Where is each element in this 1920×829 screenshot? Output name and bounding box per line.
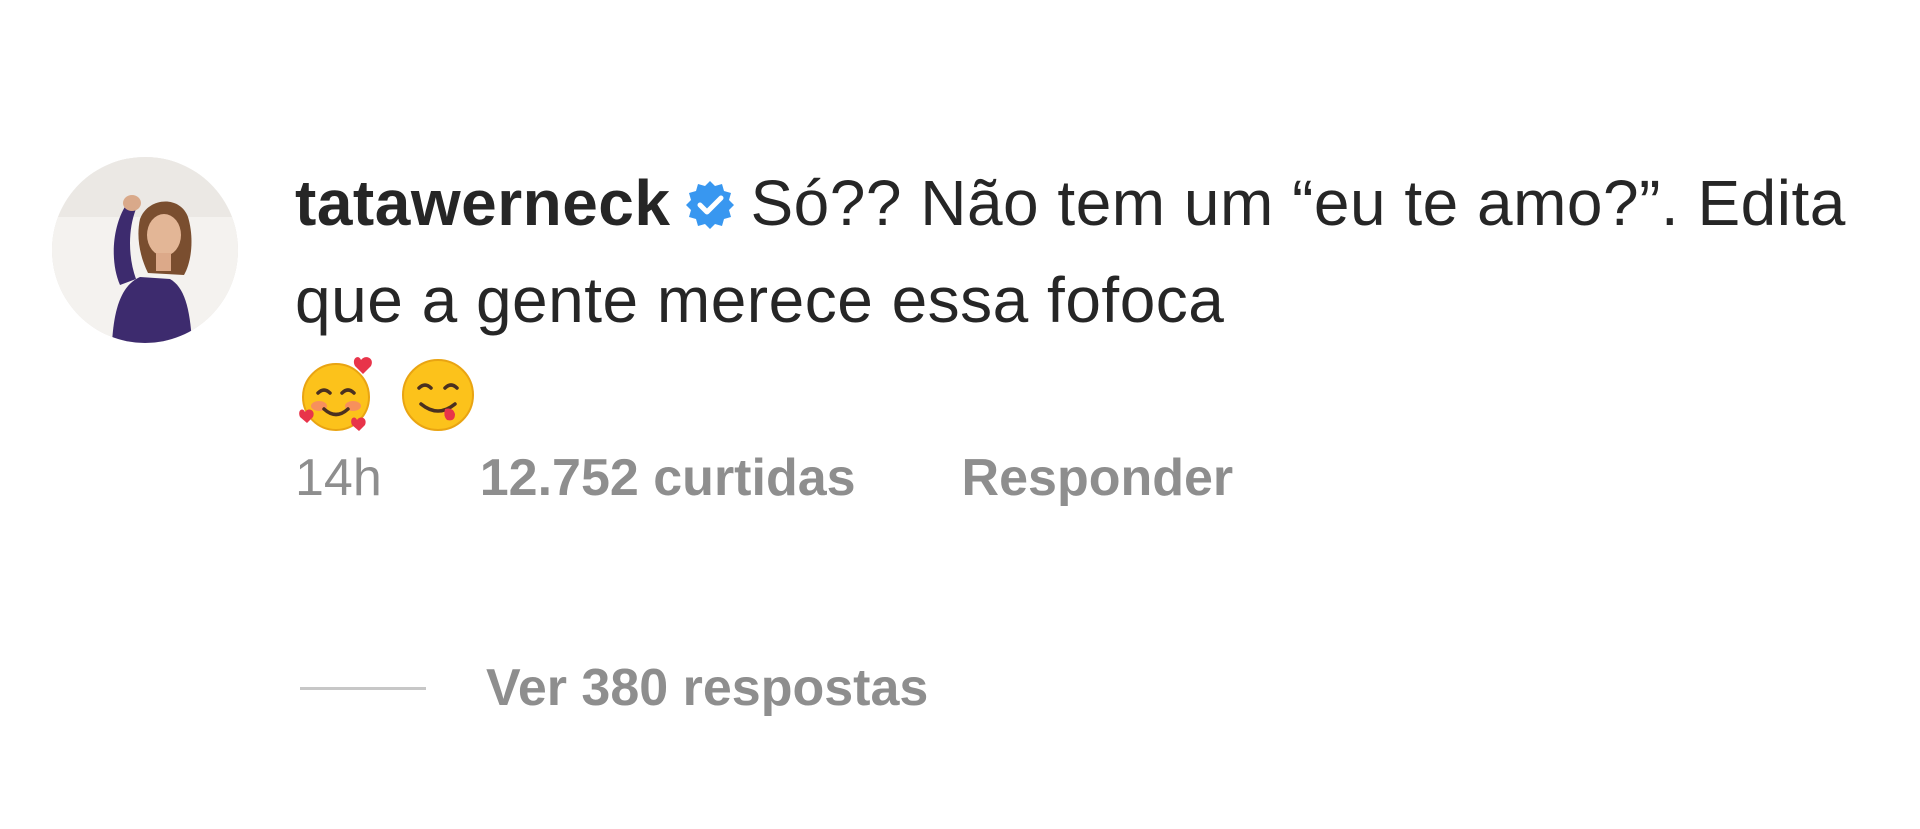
face-savoring-food-icon xyxy=(402,359,474,431)
verified-badge-icon xyxy=(684,164,736,255)
emoji-row xyxy=(295,350,1855,440)
comment-meta: 14h 12.752 curtidas Responder xyxy=(295,448,1233,508)
replies-divider xyxy=(300,686,426,690)
likes-count[interactable]: 12.752 curtidas xyxy=(480,448,856,508)
comment-text-block: tatawerneck Só?? Não tem um “eu te amo?”… xyxy=(295,158,1855,346)
view-replies-button[interactable]: Ver 380 respostas xyxy=(300,658,928,718)
avatar[interactable] xyxy=(52,157,238,343)
reply-button[interactable]: Responder xyxy=(962,448,1234,508)
view-replies-label: Ver 380 respostas xyxy=(486,659,929,717)
comment: tatawerneck Só?? Não tem um “eu te amo?”… xyxy=(0,0,1920,829)
profile-photo-icon xyxy=(52,157,238,343)
smiling-face-with-hearts-icon xyxy=(299,357,372,431)
username-link[interactable]: tatawerneck xyxy=(295,167,670,239)
comment-body: tatawerneck Só?? Não tem um “eu te amo?”… xyxy=(295,158,1855,440)
timestamp: 14h xyxy=(295,449,382,507)
